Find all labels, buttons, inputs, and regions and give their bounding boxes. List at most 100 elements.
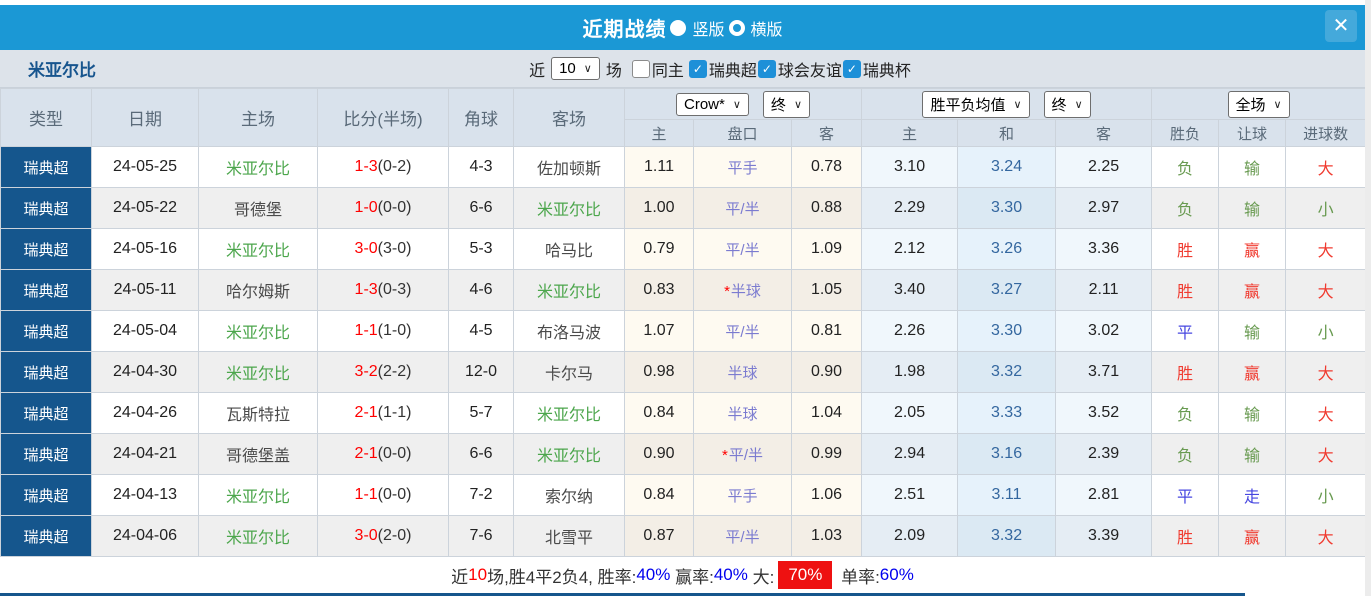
match-row: 瑞典超 24-04-26 瓦斯特拉 2-1(1-1) 5-7 米亚尔比 0.84 半球 1.04… — [0, 392, 1367, 434]
avg-home-odds: 2.51 — [861, 474, 959, 516]
handicap-line: 平/半 — [693, 187, 792, 229]
sub-header-home-odds: 主 — [624, 119, 694, 147]
handicap-away-odds: 0.81 — [790, 310, 863, 352]
goals-result-cell: 小 — [1285, 310, 1367, 352]
goals-result-cell: 大 — [1285, 515, 1367, 557]
match-date: 24-04-30 — [91, 351, 199, 393]
bookmaker-period-value: 终 — [770, 96, 786, 114]
filter-option-瑞典超[interactable]: ✓ 瑞典超 — [688, 57, 758, 81]
avg-select[interactable]: 胜平负均值 ∨ — [922, 90, 1030, 118]
league-badge: 瑞典超 — [0, 351, 92, 393]
avg-away-odds: 3.36 — [1055, 228, 1153, 270]
result-cell: 胜 — [1151, 269, 1220, 311]
away-team: 米亚尔比 — [513, 187, 625, 229]
result-cell: 负 — [1151, 187, 1220, 229]
handicap-line: 平手 — [693, 146, 792, 188]
sub-header-result: 胜负 — [1151, 119, 1220, 147]
avg-away-odds: 3.71 — [1055, 351, 1153, 393]
handicap-away-odds: 1.05 — [790, 269, 863, 311]
avg-draw-odds: 3.26 — [957, 228, 1057, 270]
popup-title: 近期战绩 — [582, 19, 667, 41]
scope-select[interactable]: 全场 ∨ — [1227, 90, 1290, 118]
away-team: 米亚尔比 — [513, 433, 625, 475]
bookmaker-period-select[interactable]: 终 ∨ — [762, 90, 810, 118]
match-row: 瑞典超 24-05-16 米亚尔比 3-0(3-0) 5-3 哈马比 0.79 平/半 1.09… — [0, 228, 1367, 270]
handicap-result-cell: 输 — [1218, 392, 1287, 434]
match-row: 瑞典超 24-05-25 米亚尔比 1-3(0-2) 4-3 佐加顿斯 1.11 平手 0.78… — [0, 146, 1367, 188]
match-date: 24-04-21 — [91, 433, 199, 475]
avg-away-odds: 3.39 — [1055, 515, 1153, 557]
star-icon: * — [724, 282, 730, 300]
league-badge: 瑞典超 — [0, 310, 92, 352]
score-cell: 3-2(2-2) — [317, 351, 449, 393]
radio-icon[interactable] — [728, 19, 745, 36]
bookmaker-select[interactable]: Crow* ∨ — [676, 92, 749, 116]
over-rate-badge: 70% — [778, 561, 833, 589]
sub-header-handicap: 盘口 — [693, 119, 792, 147]
handicap-away-odds: 1.03 — [790, 515, 863, 557]
score-cell: 1-1(1-0) — [317, 310, 449, 352]
avg-away-odds: 2.39 — [1055, 433, 1153, 475]
away-team: 米亚尔比 — [513, 392, 625, 434]
sub-header-avg-home: 主 — [861, 119, 959, 147]
close-button[interactable]: ✕ — [1325, 10, 1357, 42]
corners-cell: 6-6 — [448, 433, 514, 475]
score-cell: 2-1(0-0) — [317, 433, 449, 475]
chevron-down-icon: ∨ — [1074, 98, 1083, 111]
handicap-away-odds: 1.04 — [790, 392, 863, 434]
summary-segment: 大: — [747, 567, 775, 587]
handicap-line: 平/半 — [693, 515, 792, 557]
checkbox-icon[interactable]: ✓ — [842, 59, 861, 78]
avg-away-odds: 3.02 — [1055, 310, 1153, 352]
match-date: 24-05-16 — [91, 228, 199, 270]
handicap-home-odds: 1.11 — [624, 146, 694, 188]
filter-option-球会友谊[interactable]: ✓ 球会友谊 — [757, 57, 843, 81]
layout-option-横版[interactable]: 横版 — [728, 16, 783, 40]
corners-cell: 4-3 — [448, 146, 514, 188]
home-team: 米亚尔比 — [198, 515, 318, 557]
goals-result-cell: 小 — [1285, 187, 1367, 229]
chevron-down-icon: ∨ — [1273, 98, 1282, 111]
popup-titlebar: 近期战绩 竖版 横版 ✕ — [0, 5, 1365, 50]
col-header-corners: 角球 — [448, 88, 514, 147]
match-date: 24-05-25 — [91, 146, 199, 188]
away-team: 布洛马波 — [513, 310, 625, 352]
handicap-line: 平手 — [693, 474, 792, 516]
avg-home-odds: 3.10 — [861, 146, 959, 188]
checkbox-icon[interactable]: ✓ — [757, 59, 776, 78]
match-date: 24-05-04 — [91, 310, 199, 352]
result-cell: 负 — [1151, 433, 1220, 475]
match-row: 瑞典超 24-05-04 米亚尔比 1-1(1-0) 4-5 布洛马波 1.07 平/半 0.8… — [0, 310, 1367, 352]
avg-draw-odds: 3.32 — [957, 515, 1057, 557]
sub-header-goals: 进球数 — [1285, 119, 1367, 147]
summary-line: 近 10 场,胜4平2负4, 胜率: 40% 赢率: 40% 大: 70% 单率: 60% — [0, 557, 1365, 593]
filter-option-瑞典杯[interactable]: ✓ 瑞典杯 — [842, 57, 912, 81]
goals-result-cell: 大 — [1285, 433, 1367, 475]
star-icon: * — [721, 446, 728, 464]
checkbox-icon[interactable] — [631, 59, 650, 78]
handicap-home-odds: 1.07 — [624, 310, 694, 352]
handicap-home-odds: 0.84 — [624, 474, 694, 516]
sub-header-avg-away: 客 — [1055, 119, 1153, 147]
recent-count-select[interactable]: 10 ∨ — [551, 57, 600, 80]
corners-cell: 7-2 — [448, 474, 514, 516]
away-team: 米亚尔比 — [513, 269, 625, 311]
handicap-away-odds: 0.90 — [790, 351, 863, 393]
avg-period-select[interactable]: 终 ∨ — [1043, 90, 1091, 118]
avg-home-odds: 2.05 — [861, 392, 959, 434]
score-cell: 3-0(3-0) — [317, 228, 449, 270]
goals-result-cell: 大 — [1285, 228, 1367, 270]
match-date: 24-05-22 — [91, 187, 199, 229]
handicap-line: 半球 — [693, 351, 792, 393]
matches-label: 场 — [605, 62, 622, 80]
match-date: 24-05-11 — [91, 269, 199, 311]
avg-home-odds: 2.12 — [861, 228, 959, 270]
radio-icon[interactable] — [670, 19, 687, 36]
goals-result-cell: 小 — [1285, 474, 1367, 516]
layout-option-竖版[interactable]: 竖版 — [670, 16, 725, 40]
sub-header-away-odds: 客 — [790, 119, 863, 147]
checkbox-icon[interactable]: ✓ — [688, 59, 707, 78]
league-badge: 瑞典超 — [0, 474, 92, 516]
col-header-score: 比分(半场) — [317, 88, 449, 147]
filter-option-同主[interactable]: 同主 — [631, 57, 685, 81]
